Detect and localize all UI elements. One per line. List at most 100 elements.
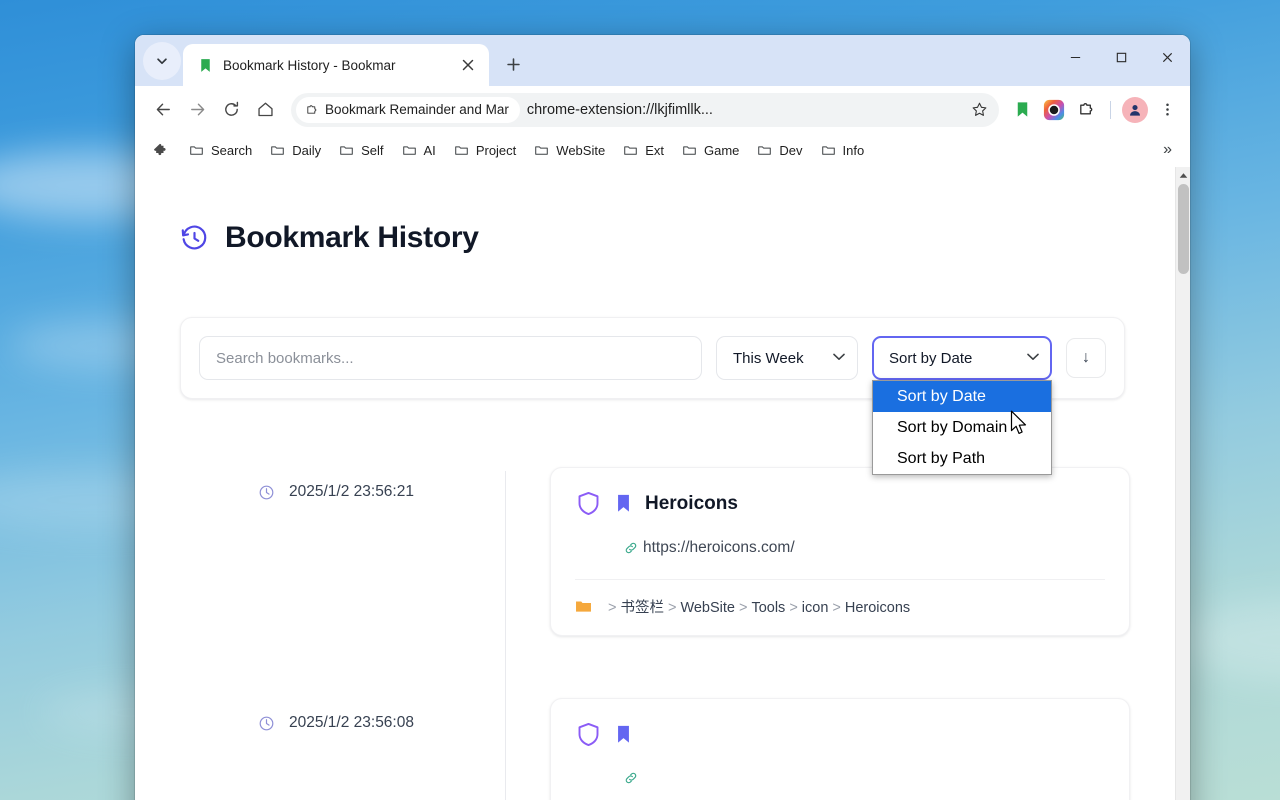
three-dots-vertical-icon [1159,101,1176,118]
desktop-background: Bookmark History - Bookmar [0,0,1280,800]
history-clock-icon [180,224,209,253]
entry-timestamp: 2025/1/2 23:56:08 [289,714,414,732]
tab-search-button[interactable] [143,42,181,80]
browser-window: Bookmark History - Bookmar [135,35,1190,800]
folder-icon [454,143,469,158]
bookmark-folder-project[interactable]: Project [446,139,524,162]
sort-option-2[interactable]: Sort by Path [873,443,1051,474]
arrow-left-icon [154,100,173,119]
sort-direction-button[interactable]: ↓ [1066,338,1106,378]
bookmark-folder-self[interactable]: Self [331,139,391,162]
bookmark-card[interactable]: Heroiconshttps://heroicons.com/>书签栏>WebS… [550,467,1130,636]
bookmark-folder-search[interactable]: Search [181,139,260,162]
address-bar[interactable]: Bookmark Remainder and Mar chrome-extens… [291,93,999,127]
bookmarks-overflow-button[interactable]: » [1153,139,1182,161]
bookmarks-bar: SearchDaily Self AI Project WebSiteExt Game De… [135,133,1190,167]
folder-icon [575,599,592,614]
search-input[interactable] [199,336,702,380]
bookmark-folder-info[interactable]: Info [813,139,873,162]
cloud-decoration [1180,600,1280,680]
bookmarks-apps-icon[interactable] [147,142,173,158]
bookmark-card-header [575,721,1105,748]
profile-avatar-icon [1127,102,1143,118]
path-separator: > [789,600,797,616]
sort-option-1[interactable]: Sort by Domain [873,412,1051,443]
bookmark-star-button[interactable] [965,96,993,124]
extension-puzzle-icon [305,103,319,117]
chevron-down-icon [833,353,845,364]
path-segment: Tools [751,600,785,616]
new-tab-button[interactable] [497,48,529,80]
maximize-icon [1115,51,1128,64]
scrollbar-thumb[interactable] [1178,184,1189,274]
bookmark-folder-label: Self [361,143,383,158]
tab-title: Bookmark History - Bookmar [223,58,448,73]
bookmark-folder-daily[interactable]: Daily [262,139,329,162]
bookmark-path: >书签栏>WebSite>Tools>icon>Heroicons [604,596,910,617]
bookmark-folder-label: Project [476,143,516,158]
google-extension-icon[interactable] [1039,95,1069,125]
page-scrollbar[interactable] [1175,167,1190,800]
chevron-down-glyph [833,353,845,361]
reload-button[interactable] [215,94,247,126]
bookmark-folder-label: Info [843,143,865,158]
bookmark-card-header: Heroicons [575,490,1105,517]
home-button[interactable] [249,94,281,126]
time-range-select[interactable]: This Week [716,336,858,380]
reload-icon [222,100,241,119]
extension-name-chip[interactable]: Bookmark Remainder and Mar [296,97,520,123]
browser-menu-button[interactable] [1152,95,1182,125]
chevron-down-glyph [1027,353,1039,361]
bookmark-card[interactable] [550,698,1130,800]
page-viewport: Bookmark History This Week [135,167,1190,800]
scrollbar-up-arrow[interactable] [1176,167,1190,183]
sort-select-value: Sort by Date [889,350,972,367]
close-icon [462,59,474,71]
puzzle-icon [152,142,168,158]
path-segment: icon [802,600,829,616]
history-entry: 2025/1/2 23:56:08 [180,698,1175,800]
folder-icon [270,143,285,158]
folder-icon [339,143,354,158]
bookmark-url-row[interactable] [623,770,1105,786]
chevron-down-icon [1027,353,1039,364]
close-window-button[interactable] [1144,35,1190,80]
bookmark-folder-website[interactable]: WebSite [526,139,613,162]
close-icon [1161,51,1174,64]
sort-dropdown-menu[interactable]: Sort by DateSort by DomainSort by Path [872,380,1052,475]
bookmark-icon [616,494,631,513]
extensions-puzzle-icon [1077,100,1096,119]
time-range-value: This Week [733,350,804,367]
sort-option-0[interactable]: Sort by Date [873,381,1051,412]
window-controls [1052,35,1190,80]
search-field-wrapper [199,336,702,380]
bookmark-folder-game[interactable]: Game [674,139,747,162]
bookmark-folder-label: Game [704,143,739,158]
card-divider [575,579,1105,580]
forward-button[interactable] [181,94,213,126]
sort-select[interactable]: Sort by Date [872,336,1052,380]
bookmark-history-list: 2025/1/2 23:56:21Heroiconshttps://heroic… [180,467,1175,800]
maximize-button[interactable] [1098,35,1144,80]
bookmark-extension-icon[interactable] [1007,95,1037,125]
triangle-up-icon [1179,172,1188,179]
bookmark-icon [197,57,214,74]
tab-close-button[interactable] [457,54,479,76]
link-icon [623,540,639,556]
minimize-button[interactable] [1052,35,1098,80]
extensions-button[interactable] [1071,95,1101,125]
bookmark-url: https://heroicons.com/ [643,539,795,557]
bookmark-path-row: >书签栏>WebSite>Tools>icon>Heroicons [575,596,1105,617]
profile-button[interactable] [1120,95,1150,125]
bookmark-folder-ext[interactable]: Ext [615,139,672,162]
browser-tab-active[interactable]: Bookmark History - Bookmar [183,44,489,86]
folder-icon [757,143,772,158]
bookmark-folder-ai[interactable]: AI [394,139,444,162]
tab-strip: Bookmark History - Bookmar [135,35,1190,86]
bookmark-url-row[interactable]: https://heroicons.com/ [623,539,1105,557]
plus-icon [506,57,521,72]
back-button[interactable] [147,94,179,126]
chevron-down-icon [155,54,169,68]
bookmark-folder-dev[interactable]: Dev [749,139,810,162]
folder-icon [623,143,638,158]
